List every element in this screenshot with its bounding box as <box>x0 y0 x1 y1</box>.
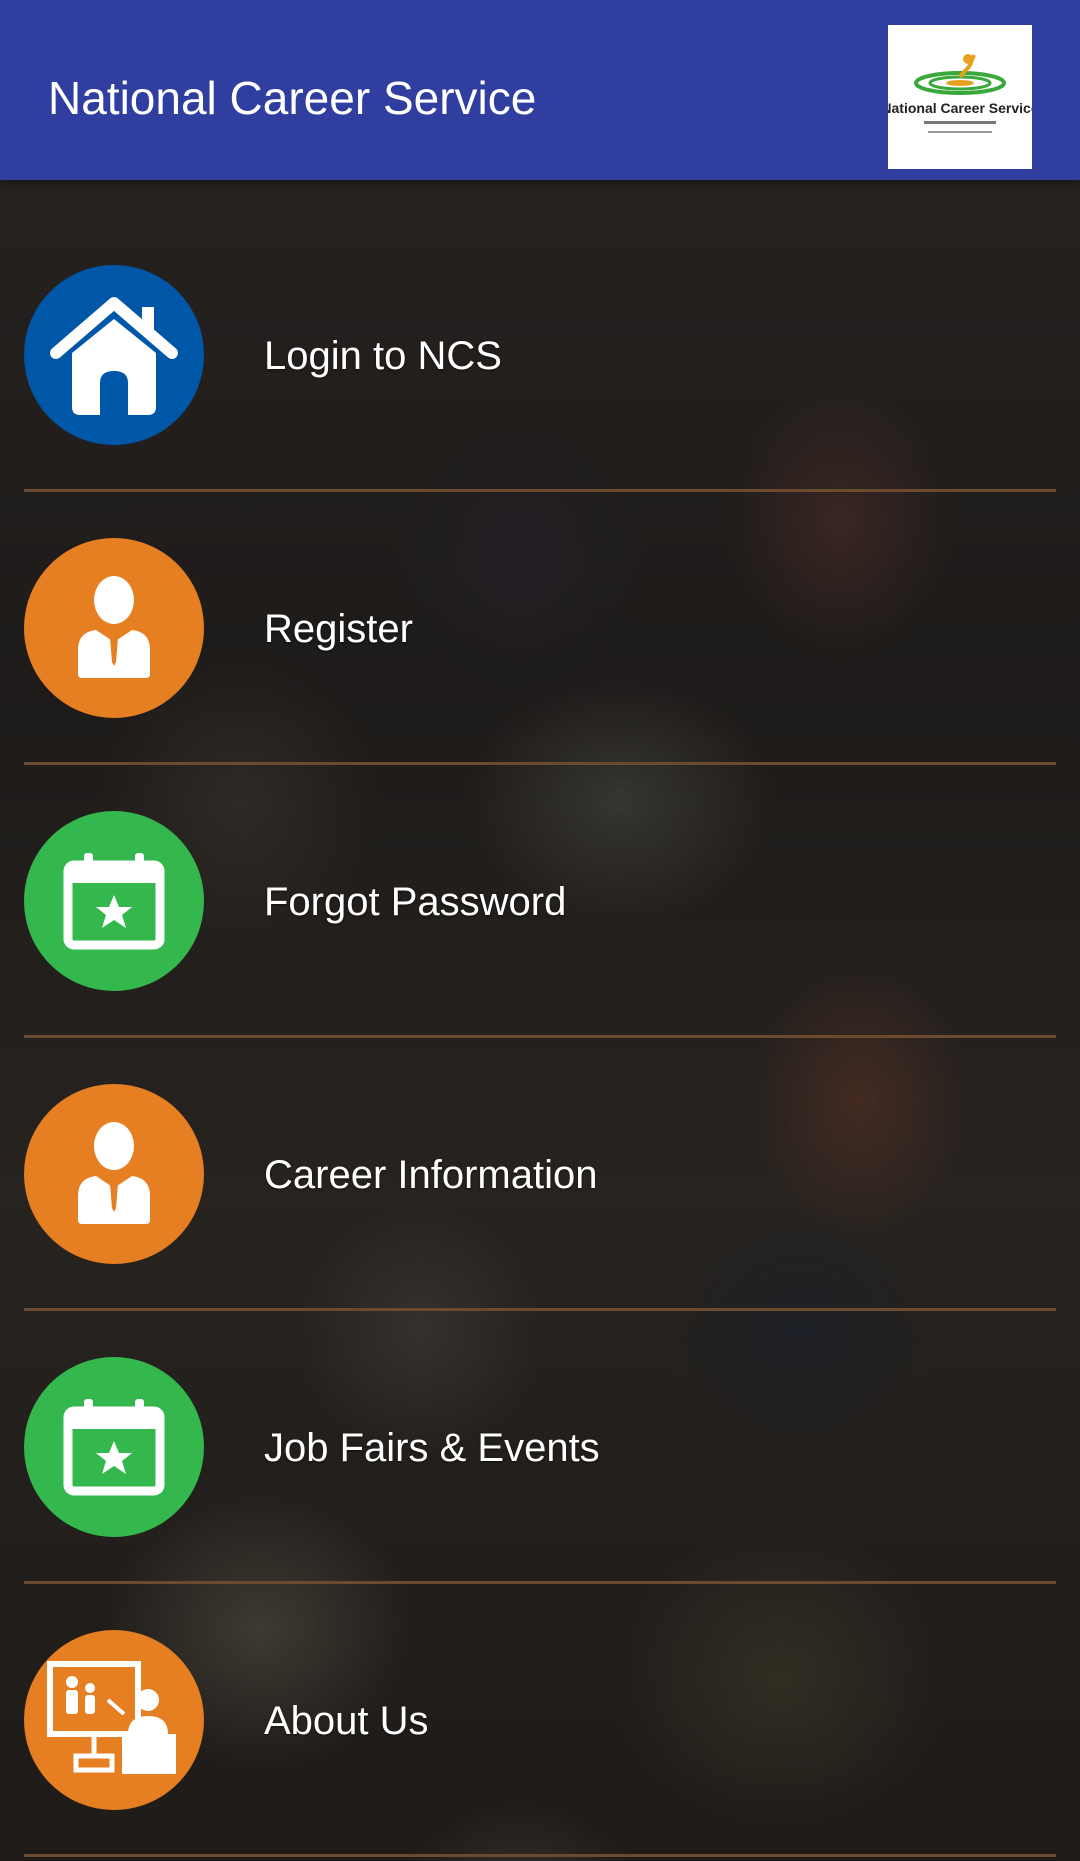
user-icon <box>24 1084 204 1264</box>
menu-item-login[interactable]: Login to NCS <box>0 180 1080 492</box>
menu-label-login: Login to NCS <box>264 334 502 378</box>
menu-item-job-fairs-events[interactable]: Job Fairs & Events <box>0 1272 1080 1584</box>
app-bar: National Career Service National Career … <box>0 0 1080 180</box>
menu-item-forgot-password[interactable]: Forgot Password <box>0 726 1080 1038</box>
divider <box>24 1854 1056 1857</box>
menu-label-career-information: Career Information <box>264 1153 598 1197</box>
calendar-star-icon <box>24 1357 204 1537</box>
menu-item-career-information[interactable]: Career Information <box>0 999 1080 1311</box>
menu-label-job-fairs-events: Job Fairs & Events <box>264 1426 600 1470</box>
presentation-icon <box>24 1630 204 1810</box>
main-menu: Login to NCS Register Forgot Password Ca… <box>0 180 1080 1857</box>
logo-graphic: National Career Service <box>888 54 1032 133</box>
ncs-logo[interactable]: National Career Service <box>888 25 1032 169</box>
menu-label-forgot-password: Forgot Password <box>264 880 567 924</box>
menu-item-about-us[interactable]: About Us <box>0 1545 1080 1857</box>
logo-text: National Career Service <box>888 100 1032 116</box>
menu-item-register[interactable]: Register <box>0 453 1080 765</box>
user-icon <box>24 538 204 718</box>
calendar-star-icon <box>24 811 204 991</box>
app-title: National Career Service <box>48 72 537 124</box>
menu-label-about-us: About Us <box>264 1699 429 1743</box>
home-icon <box>24 265 204 445</box>
menu-label-register: Register <box>264 607 413 651</box>
